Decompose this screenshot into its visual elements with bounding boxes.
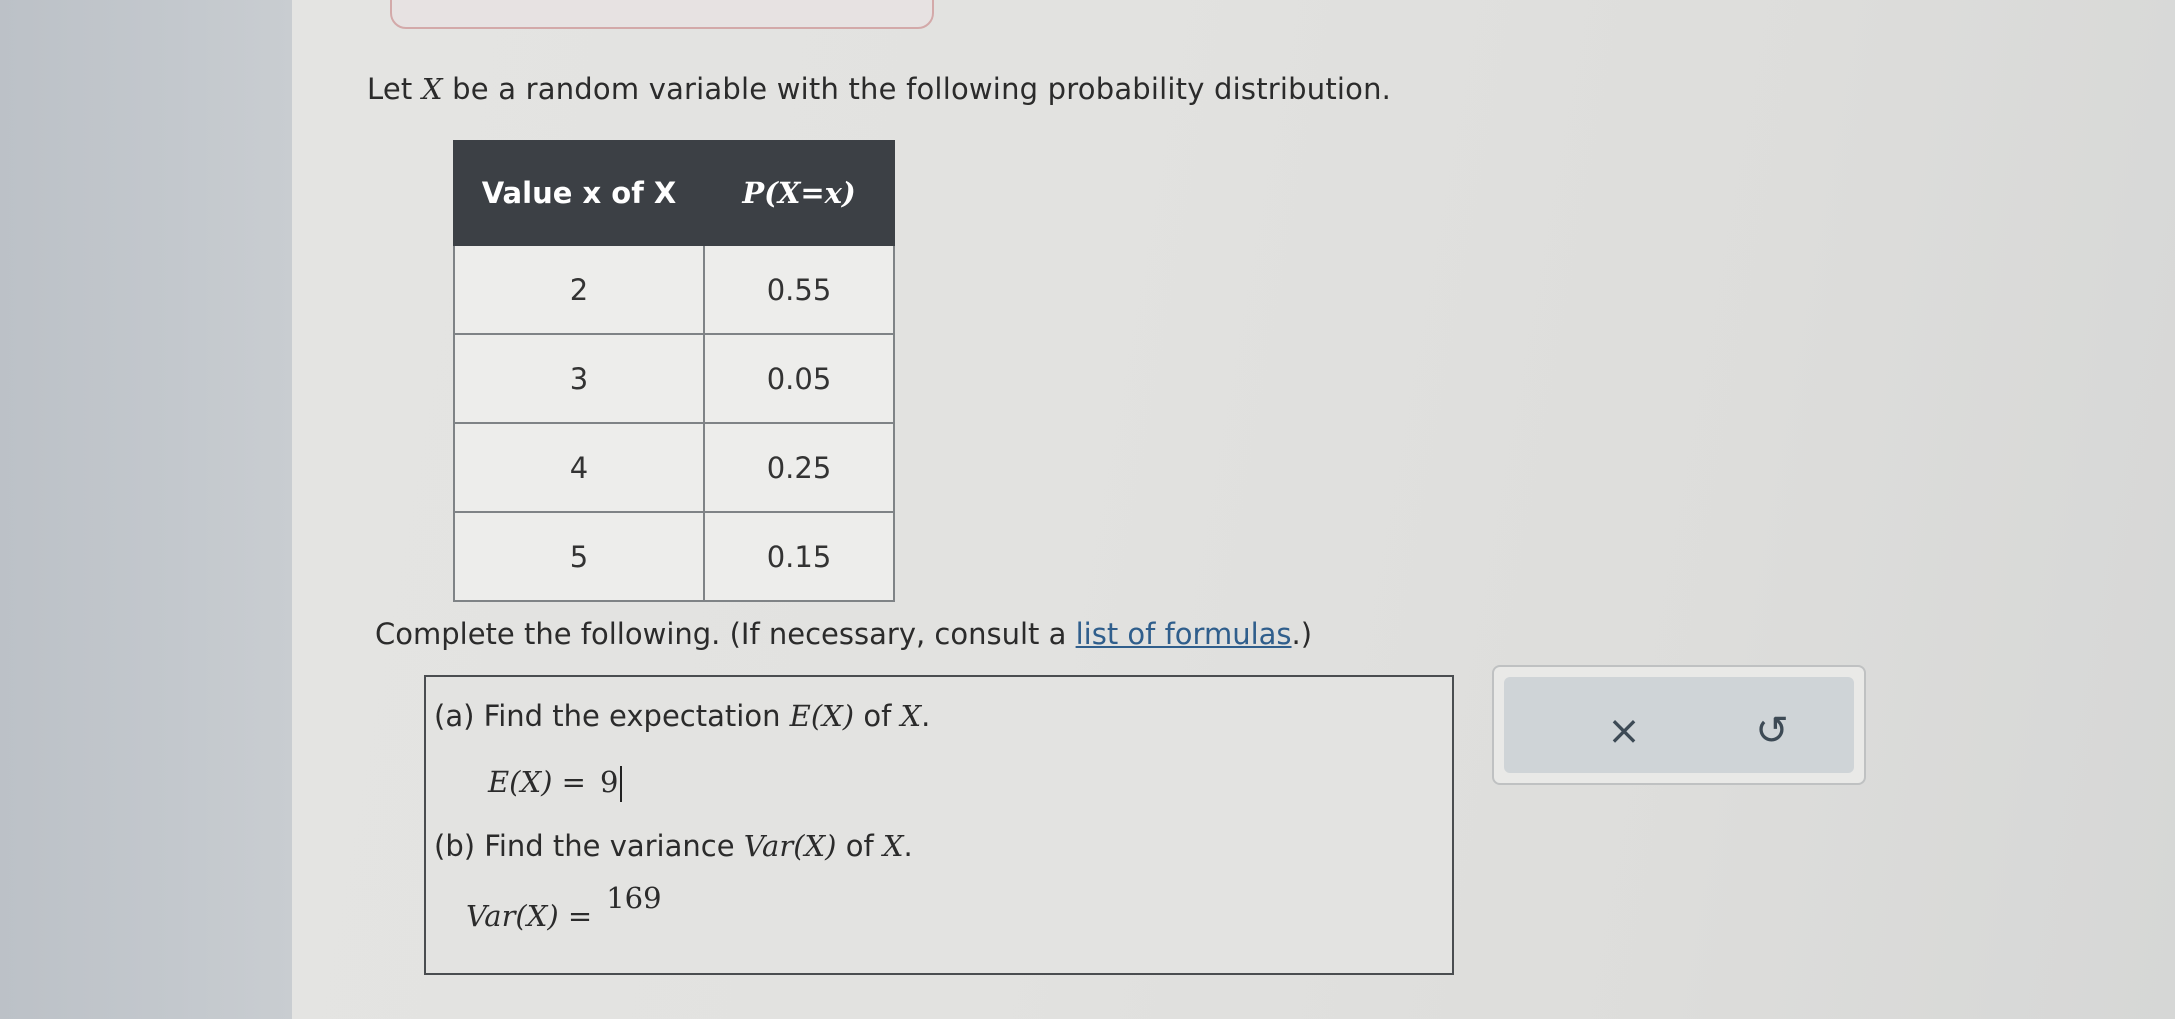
table-row: 5 0.15 (453, 511, 895, 602)
instructions: Complete the following. (If necessary, c… (375, 617, 1312, 651)
top-tab[interactable] (390, 0, 934, 29)
table-row: 3 0.05 (453, 333, 895, 424)
question-b-tail: of (836, 829, 883, 863)
intro-suffix: be a random variable with the following … (442, 72, 1392, 106)
intro-text: Let X be a random variable with the foll… (367, 72, 1391, 106)
cell-probability: 0.05 (703, 333, 895, 424)
question-b-end: . (903, 829, 913, 863)
intro-variable: X (421, 72, 443, 106)
question-b: (b) Find the variance Var(X) of X. (434, 829, 913, 863)
expectation-answer-row: E(X) = 9 (488, 765, 623, 802)
cell-value: 2 (453, 244, 705, 335)
question-b-expr: Var(X) (743, 829, 837, 863)
cell-probability: 0.15 (703, 511, 895, 602)
text-cursor (620, 766, 623, 802)
cell-probability: 0.55 (703, 244, 895, 335)
question-a-expr: E(X) (789, 699, 855, 733)
close-icon[interactable]: × (1594, 701, 1654, 761)
variance-label: Var(X) = (466, 899, 593, 933)
answer-box: (a) Find the expectation E(X) of X. E(X)… (424, 675, 1454, 975)
header-probability: P(X=x) (703, 140, 895, 246)
expectation-label: E(X) = (488, 765, 586, 799)
intro-prefix: Let (367, 72, 422, 106)
header-value-x: Value x of X (453, 140, 705, 246)
cell-value: 5 (453, 511, 705, 602)
question-a-label: (a) Find the expectation (434, 699, 790, 733)
table-row: 4 0.25 (453, 422, 895, 513)
question-a-var: X (900, 699, 922, 733)
table-header-row: Value x of X P(X=x) (453, 140, 895, 246)
expectation-input[interactable]: 9 (600, 765, 618, 799)
cell-value: 3 (453, 333, 705, 424)
question-b-label: (b) Find the variance (434, 829, 744, 863)
formulas-link[interactable]: list of formulas (1076, 617, 1292, 651)
probability-table: Value x of X P(X=x) 2 0.55 3 0.05 4 0.25… (453, 140, 895, 602)
left-margin (0, 0, 292, 1019)
instructions-prefix: Complete the following. (If necessary, c… (375, 617, 1076, 651)
question-a-tail: of (854, 699, 901, 733)
question-a: (a) Find the expectation E(X) of X. (434, 699, 930, 733)
variance-input[interactable]: 169 (606, 881, 661, 915)
tools-panel: × ↺ (1492, 665, 1866, 785)
variance-answer-row: Var(X) = 169 (466, 881, 662, 933)
table-row: 2 0.55 (453, 244, 895, 335)
instructions-suffix: .) (1291, 617, 1313, 651)
question-b-var: X (882, 829, 904, 863)
question-a-end: . (921, 699, 931, 733)
tools-inner: × ↺ (1504, 677, 1854, 773)
cell-value: 4 (453, 422, 705, 513)
cell-probability: 0.25 (703, 422, 895, 513)
undo-icon[interactable]: ↺ (1742, 701, 1802, 761)
